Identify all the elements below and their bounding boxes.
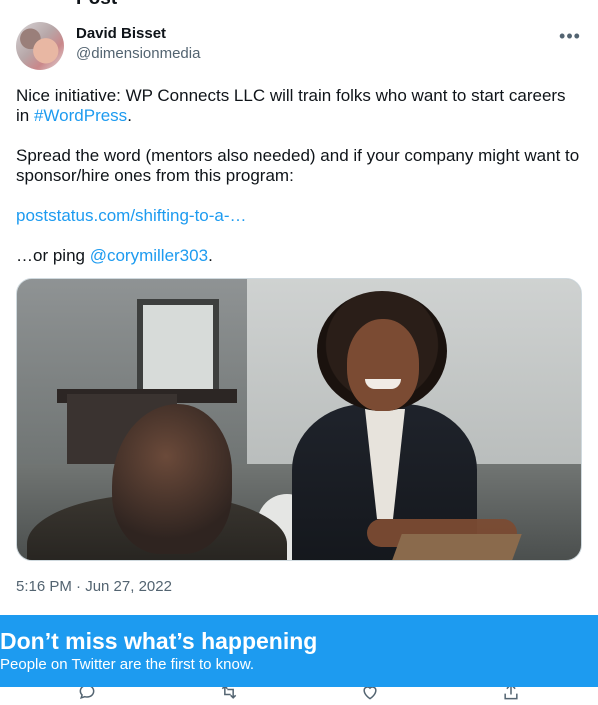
tweet-media-photo[interactable] bbox=[16, 278, 582, 561]
more-options-button[interactable]: ••• bbox=[558, 24, 582, 48]
author-display-name[interactable]: David Bisset bbox=[76, 24, 200, 44]
author-names: David Bisset @dimensionmedia bbox=[76, 24, 200, 64]
signup-banner[interactable]: Don’t miss what’s happening People on Tw… bbox=[0, 615, 598, 687]
tweet: David Bisset @dimensionmedia ••• Nice in… bbox=[16, 22, 582, 597]
more-dots-icon: ••• bbox=[559, 25, 581, 46]
tweet-author-row: David Bisset @dimensionmedia ••• bbox=[16, 22, 582, 70]
external-link[interactable]: poststatus.com/shifting-to-a-… bbox=[16, 206, 247, 225]
tweet-timestamp[interactable]: 5:16 PM · Jun 27, 2022 bbox=[16, 577, 582, 597]
banner-subtitle: People on Twitter are the first to know. bbox=[0, 656, 255, 673]
page-title-partial: Post bbox=[76, 0, 117, 10]
tweet-paragraph-4: …or ping @corymiller303. bbox=[16, 246, 582, 266]
mention-link[interactable]: @corymiller303 bbox=[90, 246, 208, 265]
avatar[interactable] bbox=[16, 22, 64, 70]
tweet-paragraph-1: Nice initiative: WP Connects LLC will tr… bbox=[16, 86, 582, 126]
author-handle[interactable]: @dimensionmedia bbox=[76, 44, 200, 64]
photo-subject bbox=[392, 534, 522, 560]
tweet-text-segment: …or ping bbox=[16, 246, 90, 265]
tweet-text-segment: . bbox=[208, 246, 213, 265]
tweet-text-segment: . bbox=[127, 106, 132, 125]
photo-scene bbox=[137, 299, 219, 401]
tweet-text: Nice initiative: WP Connects LLC will tr… bbox=[16, 86, 582, 266]
photo-subject bbox=[347, 319, 419, 411]
tweet-paragraph-3: poststatus.com/shifting-to-a-… bbox=[16, 206, 582, 226]
banner-title: Don’t miss what’s happening bbox=[0, 628, 318, 654]
hashtag-link[interactable]: #WordPress bbox=[34, 106, 127, 125]
photo-subject bbox=[365, 379, 401, 389]
tweet-paragraph-2: Spread the word (mentors also needed) an… bbox=[16, 146, 580, 185]
